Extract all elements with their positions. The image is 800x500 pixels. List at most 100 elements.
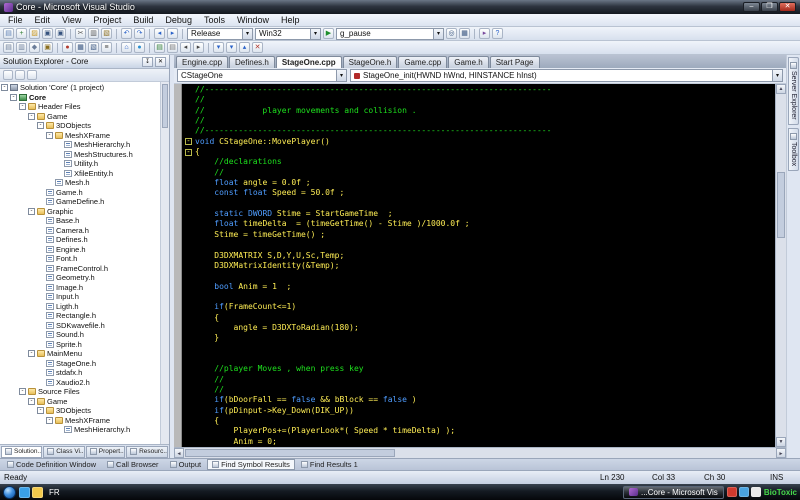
explorer-icon[interactable] <box>32 486 43 498</box>
code-line-29[interactable]: // <box>182 375 775 385</box>
platform-combo[interactable]: Win32 ▾ <box>255 27 321 40</box>
redo-icon[interactable]: ↷ <box>134 28 145 39</box>
start-debug-icon[interactable]: ▶ <box>323 28 334 39</box>
copy-icon[interactable]: ▥ <box>88 28 99 39</box>
collapse-icon[interactable]: - <box>46 416 53 424</box>
collapse-icon[interactable]: - <box>37 407 44 415</box>
document-tab-defines-h[interactable]: Defines.h <box>229 56 275 68</box>
code-line-27[interactable] <box>182 354 775 364</box>
code-text-area[interactable]: //--------------------------------------… <box>182 84 775 447</box>
code-line-25[interactable]: } <box>182 333 775 343</box>
collapse-icon[interactable]: - <box>19 103 26 111</box>
tree-item-engine-h[interactable]: Engine.h <box>0 245 160 255</box>
tree-item-camera-h[interactable]: Camera.h <box>0 226 160 236</box>
code-line-21[interactable] <box>182 292 775 302</box>
start-button-icon[interactable] <box>3 485 16 499</box>
panel-tab-code-definition-window[interactable]: Code Definition Window <box>2 459 101 470</box>
document-tab-start-page[interactable]: Start Page <box>489 56 540 68</box>
increase-indent-icon[interactable]: ▸ <box>193 42 204 53</box>
next-bookmark-icon[interactable]: ▾ <box>226 42 237 53</box>
tree-item-ligth-h[interactable]: Ligth.h <box>0 302 160 312</box>
language-indicator[interactable]: FR <box>46 488 63 497</box>
undo-icon[interactable]: ↶ <box>121 28 132 39</box>
scroll-right-icon[interactable]: ► <box>776 448 786 458</box>
document-tab-game-cpp[interactable]: Game.cpp <box>398 56 448 68</box>
collapse-icon[interactable]: - <box>10 93 17 101</box>
tree-item-meshstructures-h[interactable]: MeshStructures.h <box>0 150 160 160</box>
clear-bookmarks-icon[interactable]: ✕ <box>252 42 263 53</box>
code-line-13[interactable]: static DWORD Stime = StartGameTime ; <box>182 209 775 219</box>
tree-item-stageone-h[interactable]: StageOne.h <box>0 359 160 369</box>
menu-build[interactable]: Build <box>127 14 159 26</box>
panel-tab-find-results-1[interactable]: Find Results 1 <box>296 459 363 470</box>
code-line-12[interactable] <box>182 199 775 209</box>
code-line-31[interactable]: if(bDoorFall == false && bBlock == false… <box>182 395 775 405</box>
fold-toggle-icon[interactable]: - <box>185 138 192 146</box>
panel-tab-output[interactable]: Output <box>165 459 207 470</box>
document-tab-stageone-cpp[interactable]: StageOne.cpp <box>275 56 342 68</box>
tree-item-xaudio2-h[interactable]: Xaudio2.h <box>0 378 160 388</box>
code-line-5[interactable]: //--------------------------------------… <box>182 126 775 136</box>
uncomment-selection-icon[interactable]: ▤ <box>167 42 178 53</box>
tool-tab-propert[interactable]: Propert... <box>85 445 126 458</box>
code-line-15[interactable]: Stime = timeGetTime() ; <box>182 230 775 240</box>
tray-volume-icon[interactable] <box>750 487 761 497</box>
menu-edit[interactable]: Edit <box>29 14 57 26</box>
code-line-11[interactable]: const float Speed = 50.0f ; <box>182 188 775 198</box>
chevron-down-icon[interactable]: ▾ <box>433 28 443 39</box>
tree-item-graphic[interactable]: - Graphic <box>0 207 160 217</box>
code-line-4[interactable]: // <box>182 116 775 126</box>
tree-item-source-files[interactable]: - Source Files <box>0 387 160 397</box>
chevron-down-icon[interactable]: ▾ <box>310 28 320 39</box>
side-tab-toolbox[interactable]: Toolbox <box>788 127 799 171</box>
tree-item-rectangle-h[interactable]: Rectangle.h <box>0 311 160 321</box>
web-browser-icon[interactable]: ● <box>134 42 145 53</box>
code-line-17[interactable]: D3DXMATRIX S,D,Y,U,Sc,Temp; <box>182 251 775 261</box>
editor-horizontal-scrollbar[interactable]: ◄ ► <box>174 447 786 458</box>
tree-item-image-h[interactable]: Image.h <box>0 283 160 293</box>
properties-icon[interactable] <box>3 70 13 80</box>
code-line-2[interactable]: // <box>182 95 775 105</box>
tree-item-sound-h[interactable]: Sound.h <box>0 330 160 340</box>
tree-item-game[interactable]: - Game <box>0 112 160 122</box>
command-window-icon[interactable]: ≡ <box>101 42 112 53</box>
tray-app-label[interactable]: BioToxic <box>764 488 797 497</box>
editor-vertical-scrollbar[interactable]: ▲ ▼ <box>775 84 786 447</box>
menu-help[interactable]: Help <box>275 14 306 26</box>
tree-item-xfileentity-h[interactable]: XfileEntity.h <box>0 169 160 179</box>
members-combo[interactable]: StageOne_init(HWND hWnd, HINSTANCE hInst… <box>350 69 783 82</box>
tree-item-3dobjects[interactable]: - 3DObjects <box>0 121 160 131</box>
side-tab-server-explorer[interactable]: Server Explorer <box>788 57 799 125</box>
taskbar-window-button[interactable]: ...Core - Microsoft Vis <box>623 485 724 499</box>
tree-item-core[interactable]: - Core <box>0 93 160 103</box>
code-line-14[interactable]: float timeDelta = (timeGetTime() - Stime… <box>182 219 775 229</box>
code-line-35[interactable]: Anim = 0; <box>182 437 775 447</box>
tree-item-solution-core-1-project[interactable]: - Solution 'Core' (1 project) <box>0 83 160 93</box>
find-combo[interactable]: g_pause ▾ <box>336 27 444 40</box>
maximize-button[interactable]: ❐ <box>761 2 778 12</box>
chevron-down-icon[interactable]: ▾ <box>772 70 782 81</box>
immediate-window-icon[interactable]: ▧ <box>88 42 99 53</box>
refresh-icon[interactable] <box>27 70 37 80</box>
collapse-icon[interactable]: - <box>28 350 35 358</box>
tree-item-meshxframe[interactable]: - MeshXFrame <box>0 416 160 426</box>
decrease-indent-icon[interactable]: ◂ <box>180 42 191 53</box>
code-line-22[interactable]: if(FrameCount<=1) <box>182 302 775 312</box>
code-line-7[interactable]: -{ <box>182 147 775 157</box>
tool-tab-class-vi[interactable]: Class Vi... <box>43 445 85 458</box>
navigate-backward-icon[interactable]: ◂ <box>154 28 165 39</box>
menu-tools[interactable]: Tools <box>198 14 231 26</box>
menu-project[interactable]: Project <box>87 14 127 26</box>
code-line-26[interactable] <box>182 344 775 354</box>
comment-selection-icon[interactable]: ▤ <box>154 42 165 53</box>
properties-window-icon[interactable]: ▥ <box>16 42 27 53</box>
find-in-files-icon[interactable]: ▦ <box>459 28 470 39</box>
tree-item-framecontrol-h[interactable]: FrameControl.h <box>0 264 160 274</box>
tree-item-gamedefine-h[interactable]: GameDefine.h <box>0 197 160 207</box>
menu-window[interactable]: Window <box>231 14 275 26</box>
menu-view[interactable]: View <box>56 14 87 26</box>
open-file-icon[interactable]: ▨ <box>29 28 40 39</box>
code-line-24[interactable]: angle = D3DXToRadian(180); <box>182 323 775 333</box>
bookmark-icon[interactable]: ▾ <box>213 42 224 53</box>
close-icon[interactable]: ✕ <box>155 56 166 67</box>
